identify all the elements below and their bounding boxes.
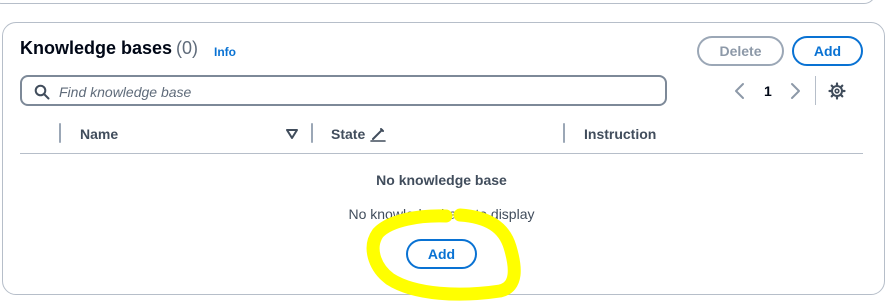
column-separator[interactable]	[311, 123, 313, 143]
column-header-instruction[interactable]: Instruction	[584, 126, 656, 142]
pager-divider	[815, 76, 816, 105]
empty-state-add-button[interactable]: Add	[406, 239, 477, 269]
chevron-right-icon[interactable]	[788, 82, 802, 100]
add-button[interactable]: Add	[792, 36, 863, 66]
search-icon	[34, 84, 50, 100]
chevron-left-icon[interactable]	[733, 82, 747, 100]
column-separator[interactable]	[563, 123, 565, 143]
previous-panel	[0, 0, 876, 4]
empty-state-description: No knowledge base to display	[348, 206, 535, 222]
sort-descending-icon[interactable]	[286, 129, 298, 139]
column-separator[interactable]	[59, 123, 61, 143]
column-header-state[interactable]: State	[331, 126, 365, 142]
table-header-divider	[20, 153, 863, 154]
panel-count: (0)	[176, 38, 199, 58]
edit-icon	[370, 128, 386, 142]
gear-icon[interactable]	[828, 82, 846, 100]
panel-title: Knowledge bases (0)	[20, 38, 198, 59]
delete-button[interactable]: Delete	[697, 36, 784, 66]
panel-title-text: Knowledge bases	[20, 38, 173, 58]
current-page-number[interactable]: 1	[764, 83, 772, 99]
search-input[interactable]: Find knowledge base	[20, 75, 667, 106]
search-placeholder: Find knowledge base	[59, 84, 192, 100]
empty-state-title: No knowledge base	[376, 172, 507, 188]
info-link[interactable]: Info	[214, 45, 236, 59]
column-header-name[interactable]: Name	[80, 126, 118, 142]
